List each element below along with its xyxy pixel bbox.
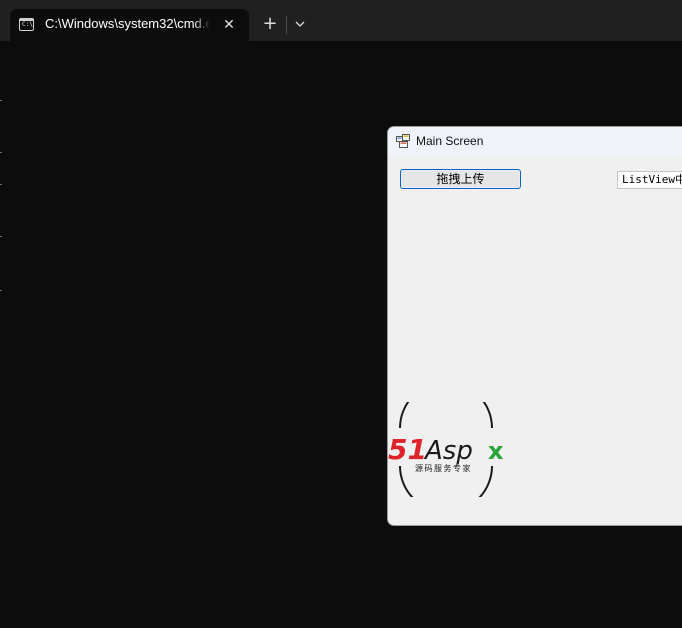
listview-label: ListView中 (617, 171, 682, 189)
edge-marker (0, 184, 2, 185)
edge-marker (0, 236, 2, 237)
chevron-down-icon[interactable] (290, 12, 310, 36)
drag-upload-button[interactable]: 拖拽上传 (400, 169, 521, 189)
edge-marker (0, 100, 2, 101)
terminal-window: C:\ C:\Windows\system32\cmd.exe ✕ + Main… (0, 0, 682, 628)
51aspx-logo: 51 Asp x 源码服务专家 (388, 402, 504, 497)
cmd-icon: C:\ (19, 18, 34, 31)
window-title: Main Screen (416, 134, 484, 148)
form-titlebar[interactable]: Main Screen (388, 127, 682, 157)
new-tab-button[interactable]: + (258, 12, 282, 36)
close-tab-icon[interactable]: ✕ (219, 15, 239, 35)
tab-title: C:\Windows\system32\cmd.exe (45, 16, 210, 31)
edge-marker (0, 290, 2, 291)
svg-text:Asp: Asp (423, 436, 473, 466)
edge-marker (0, 152, 2, 153)
terminal-tabbar: C:\ C:\Windows\system32\cmd.exe ✕ + (0, 0, 682, 41)
svg-text:51: 51 (388, 433, 427, 466)
terminal-tab[interactable]: C:\ C:\Windows\system32\cmd.exe ✕ (10, 9, 249, 41)
svg-text:x: x (488, 437, 504, 465)
app-icon (396, 134, 410, 148)
tab-separator (286, 16, 287, 34)
svg-text:源码服务专家: 源码服务专家 (415, 463, 472, 473)
main-screen-window: Main Screen 拖拽上传 ListView中 51 Asp x 源码服务… (387, 126, 682, 526)
